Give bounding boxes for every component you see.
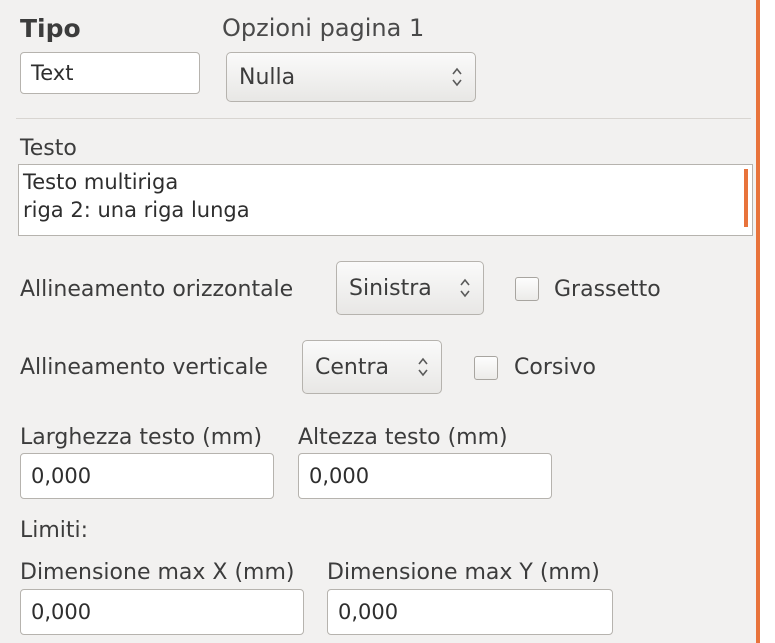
options-combo-value: Nulla [239,64,296,90]
spin-updown-icon [418,357,428,377]
text-height-label: Altezza testo (mm) [298,425,508,450]
text-width-value: 0,000 [31,464,92,488]
italic-label: Corsivo [514,355,596,380]
text-line-1: Testo multiriga [23,170,179,194]
text-height-value: 0,000 [309,464,370,488]
v-align-label: Allineamento verticale [20,355,268,380]
panel-resize-border[interactable] [756,0,760,643]
tipo-field[interactable]: Text [20,52,200,94]
tipo-value: Text [31,61,74,85]
limits-label: Limiti: [20,518,89,543]
max-x-field[interactable]: 0,000 [20,589,304,635]
text-width-field[interactable]: 0,000 [20,453,274,499]
text-area[interactable]: Testo multiriga riga 2: una riga lunga [18,164,753,236]
italic-checkbox[interactable] [474,356,498,380]
properties-panel: Tipo Text Opzioni pagina 1 Nulla Testo T… [0,0,775,643]
separator [16,118,751,119]
max-x-label: Dimensione max X (mm) [20,560,295,585]
text-scrollbar[interactable] [744,169,748,227]
spin-updown-icon [452,67,462,87]
options-combo[interactable]: Nulla [226,52,476,102]
text-label: Testo [20,136,77,161]
h-align-label: Allineamento orizzontale [20,277,294,302]
max-y-label: Dimensione max Y (mm) [327,560,600,585]
panel-edge [760,0,775,643]
v-align-combo[interactable]: Centra [302,340,442,394]
text-width-label: Larghezza testo (mm) [20,425,263,450]
tipo-label: Tipo [20,14,81,43]
options-label: Opzioni pagina 1 [222,14,425,42]
h-align-value: Sinistra [349,275,432,301]
max-x-value: 0,000 [31,600,92,624]
h-align-combo[interactable]: Sinistra [336,261,484,315]
bold-checkbox[interactable] [515,277,539,301]
text-line-2: riga 2: una riga lunga [23,198,250,222]
spin-updown-icon [460,278,470,298]
v-align-value: Centra [315,354,389,380]
max-y-value: 0,000 [338,600,399,624]
bold-label: Grassetto [554,277,661,302]
text-height-field[interactable]: 0,000 [298,453,552,499]
max-y-field[interactable]: 0,000 [327,589,613,635]
